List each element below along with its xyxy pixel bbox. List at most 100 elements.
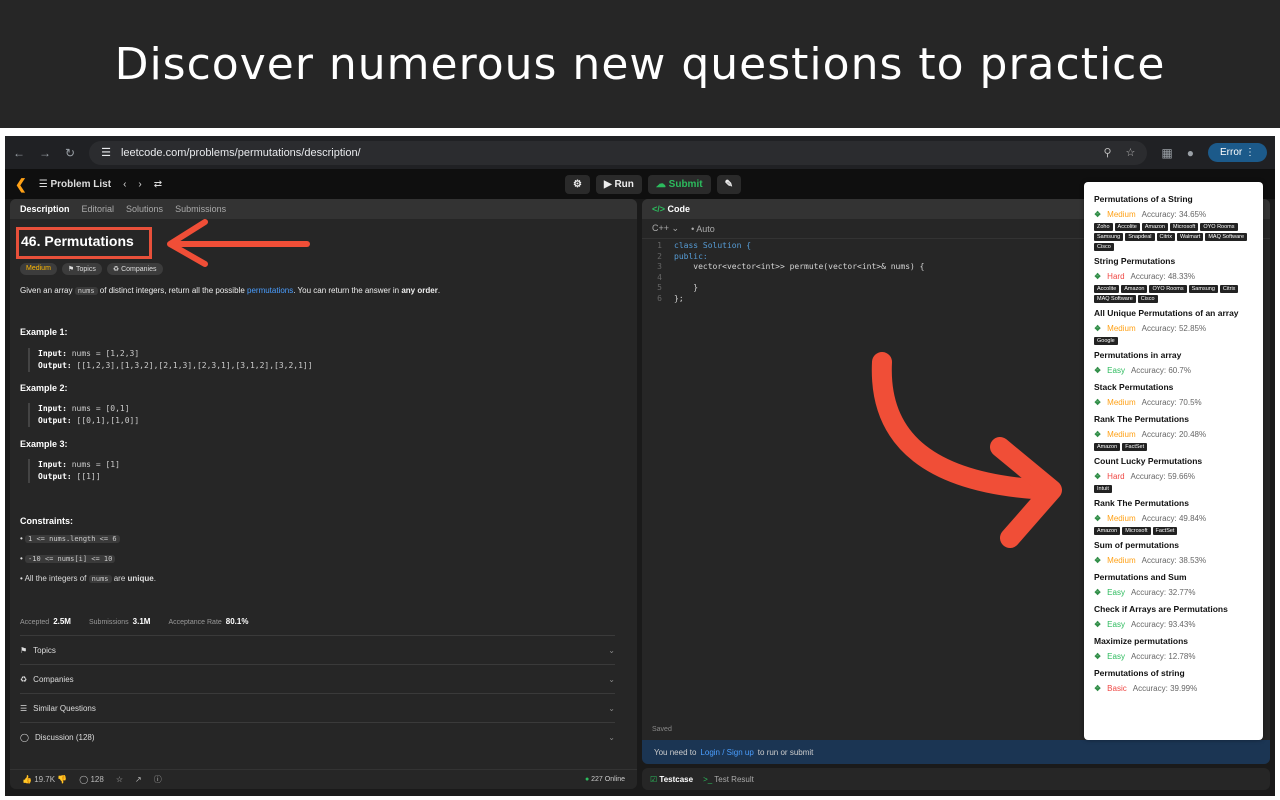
company-tag: Samsung: [1188, 285, 1218, 293]
suggestion-title[interactable]: Permutations of a String: [1094, 192, 1253, 206]
suggestion-meta: ❖ Easy Accuracy: 93.43%: [1094, 616, 1253, 632]
suggestions-popup: Permutations of a String ❖ Medium Accuracy:…: [1084, 182, 1263, 740]
accuracy-label: Accuracy: 59.66%: [1130, 471, 1195, 481]
suggestion-title[interactable]: Rank The Permutations: [1094, 496, 1253, 510]
difficulty-label: Medium: [1107, 513, 1136, 523]
accuracy-label: Accuracy: 93.43%: [1130, 619, 1196, 629]
company-tag: Accolite: [1114, 223, 1140, 231]
gfg-logo-icon: ❖: [1094, 471, 1102, 481]
suggestion-meta: ❖ Medium Accuracy: 38.53%: [1094, 552, 1253, 568]
suggestion-item[interactable]: Rank The Permutations ❖ Medium Accuracy: 49…: [1094, 496, 1253, 535]
company-tag: Amazon: [1094, 443, 1121, 451]
gfg-logo-icon: ❖: [1094, 683, 1102, 693]
suggestion-title[interactable]: String Permutations: [1094, 254, 1253, 268]
difficulty-label: Hard: [1107, 271, 1125, 281]
gfg-logo-icon: ❖: [1094, 555, 1102, 565]
suggestion-item[interactable]: Permutations and Sum ❖ Easy Accuracy: 32.77…: [1094, 570, 1253, 600]
suggestion-item[interactable]: Permutations of a String ❖ Medium Accuracy:…: [1094, 192, 1253, 251]
company-tag: Citrix: [1219, 285, 1239, 293]
suggestion-meta: ❖ Medium Accuracy: 70.5%: [1094, 394, 1253, 410]
difficulty-label: Easy: [1107, 651, 1125, 661]
gfg-logo-icon: ❖: [1094, 365, 1102, 375]
company-tag: Microsoft: [1170, 223, 1199, 231]
difficulty-label: Easy: [1107, 619, 1125, 629]
suggestion-item[interactable]: Permutations in array ❖ Easy Accuracy: 60.7…: [1094, 348, 1253, 378]
suggestion-title[interactable]: Sum of permutations: [1094, 538, 1253, 552]
suggestion-meta: ❖ Medium Accuracy: 52.85%: [1094, 320, 1253, 336]
suggestion-item[interactable]: Check if Arrays are Permutations ❖ Easy Acc…: [1094, 602, 1253, 632]
gfg-logo-icon: ❖: [1094, 429, 1102, 439]
suggestion-meta: ❖ Easy Accuracy: 60.7%: [1094, 362, 1253, 378]
suggestion-item[interactable]: Stack Permutations ❖ Medium Accuracy: 70.5%: [1094, 380, 1253, 410]
company-tag: OYO Rooms: [1200, 223, 1238, 231]
suggestion-title[interactable]: Permutations in array: [1094, 348, 1253, 362]
curved-arrow-icon: [871, 352, 1062, 548]
difficulty-label: Medium: [1107, 555, 1136, 565]
accuracy-label: Accuracy: 32.77%: [1130, 587, 1196, 597]
company-tag: Intuit: [1094, 485, 1112, 493]
suggestion-item[interactable]: Permutations of string ❖ Basic Accuracy: 39…: [1094, 666, 1253, 696]
difficulty-label: Medium: [1107, 209, 1136, 219]
company-tag: Amazon: [1141, 223, 1168, 231]
suggestion-meta: ❖ Medium Accuracy: 34.65%: [1094, 206, 1253, 222]
gfg-logo-icon: ❖: [1094, 397, 1102, 407]
gfg-logo-icon: ❖: [1094, 513, 1102, 523]
company-tag: Zoho: [1094, 223, 1113, 231]
difficulty-label: Easy: [1107, 587, 1125, 597]
company-tag: Walmart: [1177, 233, 1204, 241]
gfg-logo-icon: ❖: [1094, 587, 1102, 597]
company-tag: Microsoft: [1122, 527, 1151, 535]
accuracy-label: Accuracy: 39.99%: [1132, 683, 1198, 693]
company-tags: Accolite Amazon OYO Rooms Samsung Citrix MAQ …: [1094, 285, 1253, 303]
accuracy-label: Accuracy: 20.48%: [1141, 429, 1207, 439]
company-tag: MAQ Software: [1205, 233, 1248, 241]
left-pointing-arrow-icon: [167, 219, 310, 267]
company-tags: Google: [1094, 337, 1253, 345]
suggestion-item[interactable]: Sum of permutations ❖ Medium Accuracy: 38.5…: [1094, 538, 1253, 568]
company-tag: Google: [1094, 337, 1118, 345]
gfg-logo-icon: ❖: [1094, 271, 1102, 281]
company-tag: Samsung: [1094, 233, 1124, 241]
suggestion-title[interactable]: Rank The Permutations: [1094, 412, 1253, 426]
accuracy-label: Accuracy: 70.5%: [1141, 397, 1202, 407]
suggestion-item[interactable]: Count Lucky Permutations ❖ Hard Accuracy: 5…: [1094, 454, 1253, 493]
company-tag: FactSet: [1152, 527, 1178, 535]
suggestion-title[interactable]: Maximize permutations: [1094, 634, 1253, 648]
gfg-logo-icon: ❖: [1094, 323, 1102, 333]
company-tag: Citrix: [1156, 233, 1176, 241]
suggestion-item[interactable]: All Unique Permutations of an array ❖ Medi…: [1094, 306, 1253, 345]
difficulty-label: Basic: [1107, 683, 1127, 693]
gfg-logo-icon: ❖: [1094, 651, 1102, 661]
suggestion-meta: ❖ Hard Accuracy: 59.66%: [1094, 468, 1253, 484]
accuracy-label: Accuracy: 52.85%: [1141, 323, 1207, 333]
suggestion-meta: ❖ Easy Accuracy: 12.78%: [1094, 648, 1253, 664]
difficulty-label: Hard: [1107, 471, 1125, 481]
company-tag: MAQ Software: [1094, 295, 1136, 303]
suggestion-title[interactable]: Stack Permutations: [1094, 380, 1253, 394]
company-tag: Accolite: [1094, 285, 1120, 293]
suggestion-meta: ❖ Hard Accuracy: 48.33%: [1094, 268, 1253, 284]
suggestion-meta: ❖ Basic Accuracy: 39.99%: [1094, 680, 1253, 696]
suggestion-title[interactable]: Permutations of string: [1094, 666, 1253, 680]
company-tag: Cisco: [1094, 243, 1114, 251]
suggestion-title[interactable]: Count Lucky Permutations: [1094, 454, 1253, 468]
company-tag: Snapdeal: [1125, 233, 1155, 241]
accuracy-label: Accuracy: 12.78%: [1130, 651, 1196, 661]
suggestion-item[interactable]: String Permutations ❖ Hard Accuracy: 48.33%…: [1094, 254, 1253, 303]
company-tag: Amazon: [1094, 527, 1121, 535]
company-tag: Amazon: [1121, 285, 1148, 293]
suggestion-title[interactable]: Permutations and Sum: [1094, 570, 1253, 584]
difficulty-label: Medium: [1107, 323, 1136, 333]
suggestion-title[interactable]: All Unique Permutations of an array: [1094, 306, 1253, 320]
company-tags: Amazon Microsoft FactSet: [1094, 527, 1253, 535]
suggestion-title[interactable]: Check if Arrays are Permutations: [1094, 602, 1253, 616]
company-tags: Zoho Accolite Amazon Microsoft OYO Rooms Sams…: [1094, 223, 1253, 251]
company-tag: Cisco: [1137, 295, 1158, 303]
difficulty-label: Easy: [1107, 365, 1125, 375]
suggestion-item[interactable]: Rank The Permutations ❖ Medium Accuracy: 20…: [1094, 412, 1253, 451]
gfg-logo-icon: ❖: [1094, 619, 1102, 629]
accuracy-label: Accuracy: 48.33%: [1130, 271, 1195, 281]
suggestion-item[interactable]: Maximize permutations ❖ Easy Accuracy: 12.7…: [1094, 634, 1253, 664]
accuracy-label: Accuracy: 60.7%: [1130, 365, 1191, 375]
suggestion-meta: ❖ Medium Accuracy: 49.84%: [1094, 510, 1253, 526]
